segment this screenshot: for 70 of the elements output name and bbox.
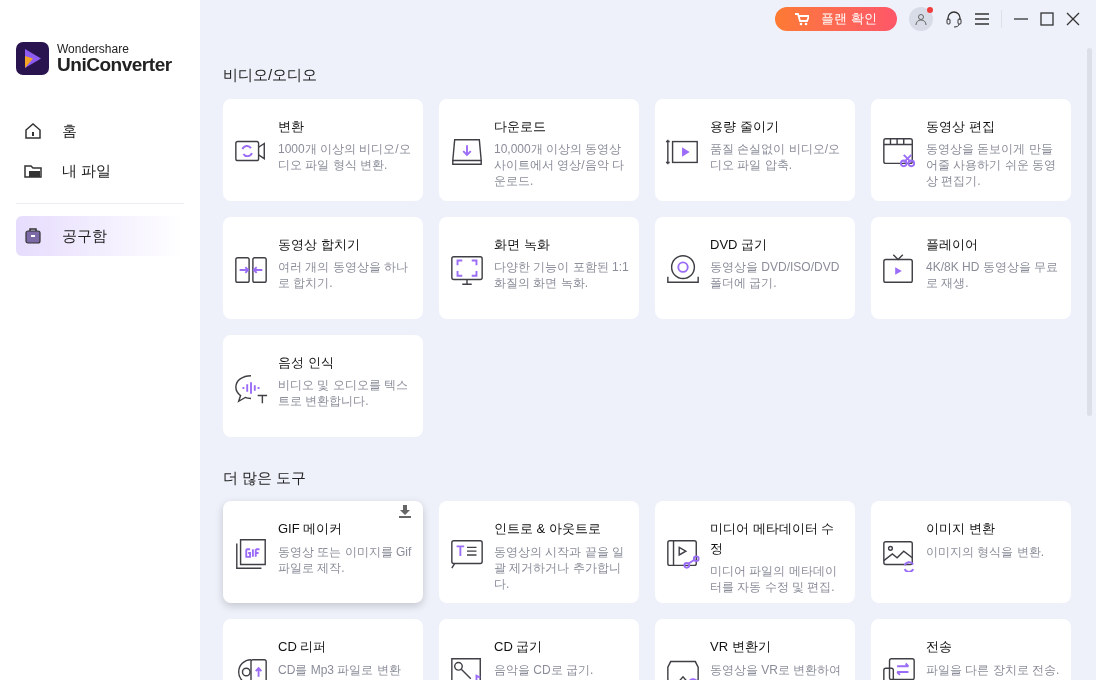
close-icon[interactable]: [1066, 12, 1080, 26]
tool-card[interactable]: 용량 줄이기 품질 손실없이 비디오/오디오 파일 압축.: [655, 98, 855, 201]
tool-card[interactable]: DVD 굽기 동영상을 DVD/ISO/DVD 폴더에 굽기.: [655, 216, 855, 319]
tool-title: 동영상 편집: [926, 117, 996, 136]
tool-card[interactable]: CD 굽기 음악을 CD로 굽기.: [439, 619, 639, 680]
headset-icon[interactable]: [945, 10, 963, 28]
tool-description: 품질 손실없이 비디오/오디오 파일 압축.: [710, 141, 841, 173]
tool-description: 동영상을 돋보이게 만들어줄 사용하기 쉬운 동영상 편집기.: [926, 141, 1057, 189]
tool-card[interactable]: 음성 인식 비디오 및 오디오를 텍스트로 변환합니다.: [223, 334, 423, 437]
tool-card[interactable]: 플레이어 4K/8K HD 동영상을 무료로 재생.: [871, 216, 1071, 319]
tool-description: 동영상을 DVD/ISO/DVD 폴더에 굽기.: [710, 259, 841, 291]
tool-title: CD 굽기: [494, 638, 544, 656]
tool-description: 비디오 및 오디오를 텍스트로 변환합니다.: [278, 377, 409, 409]
cart-icon: [795, 12, 810, 26]
tool-card[interactable]: 인트로 & 아웃트로 동영상의 시작과 끝을 일괄 제거하거나 추가합니다.: [439, 501, 639, 603]
menu-icon[interactable]: [975, 13, 989, 25]
tool-description: 여러 개의 동영상을 하나로 합치기.: [278, 259, 409, 291]
tool-title: GIF 메이커: [278, 520, 344, 538]
app-logo-icon: [16, 42, 49, 75]
download-icon[interactable]: [399, 505, 411, 518]
tool-description: 동영상을 VR로 변환하여: [710, 661, 842, 678]
tool-description: 10,000개 이상의 동영상 사이트에서 영상/음악 다운로드.: [494, 141, 625, 189]
gif-file-icon: [233, 536, 269, 572]
app-name: UniConverter: [57, 55, 172, 74]
tool-description: 동영상의 시작과 끝을 일괄 제거하거나 추가합니다.: [494, 543, 625, 592]
tool-title: 플레이어: [926, 235, 979, 254]
tool-description: 이미지의 형식을 변환.: [926, 543, 1044, 560]
sidebar-item[interactable]: 내 파일: [16, 151, 184, 191]
tool-card[interactable]: 미디어 메타데이터 수정 미디어 파일의 메타데이터를 자동 수정 및 편집.: [655, 501, 855, 603]
tool-description: 음악을 CD로 굽기.: [494, 661, 594, 678]
maximize-icon[interactable]: [1040, 12, 1054, 26]
tool-description: 다양한 기능이 포함된 1:1 화질의 화면 녹화.: [494, 259, 630, 291]
tool-card[interactable]: 동영상 편집 동영상을 돋보이게 만들어줄 사용하기 쉬운 동영상 편집기.: [871, 98, 1071, 201]
tool-card[interactable]: 전송 파일을 다른 장치로 전송.: [871, 619, 1071, 680]
tool-title: 화면 녹화: [494, 235, 551, 254]
tool-title: VR 변환기: [710, 638, 772, 656]
tool-card[interactable]: VR 변환기 동영상을 VR로 변환하여: [655, 619, 855, 680]
tool-title: CD 리퍼: [278, 638, 328, 656]
tool-title: 인트로 & 아웃트로: [494, 520, 602, 538]
tool-title: 이미지 변환: [926, 520, 996, 538]
tool-title: 동영상 합치기: [278, 235, 361, 254]
tool-card[interactable]: 동영상 합치기 여러 개의 동영상을 하나로 합치기.: [223, 216, 423, 319]
tool-card[interactable]: 이미지 변환 이미지의 형식을 변환.: [871, 501, 1071, 603]
section-heading: 더 많은 도구: [223, 467, 308, 488]
tool-title: 변환: [278, 117, 305, 136]
tool-card[interactable]: 변환 1000개 이상의 비디오/오디오 파일 형식 변환.: [223, 98, 423, 201]
tool-description: 파일을 다른 장치로 전송.: [926, 661, 1060, 678]
tool-card[interactable]: 다운로드 10,000개 이상의 동영상 사이트에서 영상/음악 다운로드.: [439, 98, 639, 201]
toolbox-icon: [24, 227, 42, 245]
sidebar-item[interactable]: 홈: [16, 111, 184, 151]
tool-description: 1000개 이상의 비디오/오디오 파일 형식 변환.: [278, 141, 412, 173]
tool-title: 다운로드: [494, 117, 547, 136]
home-icon: [24, 122, 42, 140]
brand-maker: Wondershare: [57, 43, 130, 55]
tool-card[interactable]: CD 리퍼 CD를 Mp3 파일로 변환: [223, 619, 423, 680]
account-button[interactable]: [909, 7, 933, 31]
tool-description: 동영상 또는 이미지를 Gif 파일로 제작.: [278, 543, 413, 576]
tool-title: DVD 굽기: [710, 235, 769, 254]
tool-title: 용량 줄이기: [710, 117, 780, 136]
tool-title: 음성 인식: [278, 353, 335, 372]
tool-description: 4K/8K HD 동영상을 무료로 재생.: [926, 259, 1060, 291]
folder-icon: [24, 162, 42, 180]
tool-card[interactable]: 화면 녹화 다양한 기능이 포함된 1:1 화질의 화면 녹화.: [439, 216, 639, 319]
tool-title: 미디어 메타데이터 수정: [710, 520, 836, 558]
section-heading: 비디오/오디오: [223, 65, 319, 85]
tool-description: 미디어 파일의 메타데이터를 자동 수정 및 편집.: [710, 563, 838, 595]
tool-description: CD를 Mp3 파일로 변환: [278, 661, 401, 678]
user-icon: [915, 13, 927, 25]
tool-card[interactable]: GIF 메이커 동영상 또는 이미지를 Gif 파일로 제작.: [223, 501, 423, 603]
tool-title: 전송: [926, 638, 953, 656]
